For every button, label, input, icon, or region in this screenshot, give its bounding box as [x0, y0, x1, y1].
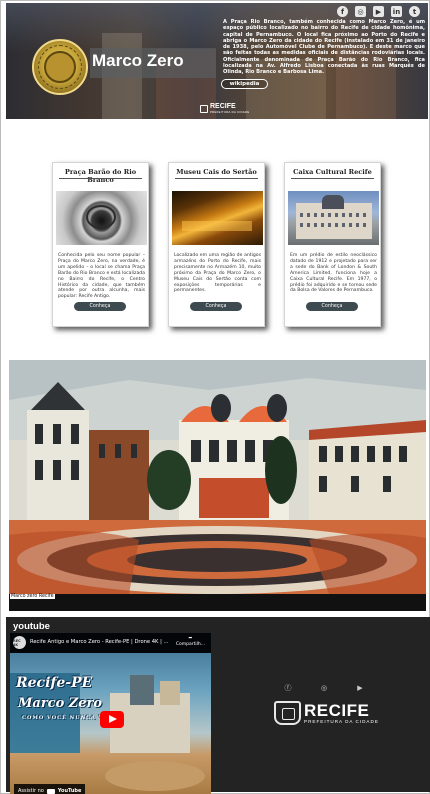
header-brand-sub: PREFEITURA DA CIDADE	[210, 110, 250, 114]
card-text: Conhecida pelo seu nome popular – Praça …	[58, 253, 145, 300]
youtube-play-icon[interactable]	[100, 711, 124, 728]
image-caption: Marco zero Recife	[10, 594, 55, 599]
card-image-museu	[172, 191, 263, 245]
watch-on-youtube-button[interactable]: Assistir no YouTube	[14, 784, 86, 794]
youtube-icon[interactable]: ▶	[373, 6, 384, 17]
linkedin-icon[interactable]: in	[391, 6, 402, 17]
video-overlay-subtitle: Marco Zero	[18, 696, 103, 711]
image-caption-bar: Marco zero Recife	[9, 594, 426, 611]
youtube-video-embed[interactable]: Recife-PE Marco Zero COMO VOCÊ NUNCA VIU…	[10, 633, 211, 794]
youtube-section-title: youtube	[13, 621, 50, 632]
header-brand: RECIFE	[210, 103, 236, 110]
marco-zero-emblem	[32, 39, 88, 95]
footer-social-links: ⓕ ◎ ▶	[283, 683, 365, 693]
card-text: Localizado em uma região de antigos arma…	[174, 253, 261, 294]
watch-brand: YouTube	[57, 788, 82, 794]
hero-header: Marco Zero f ◎ ▶ in t A Praça Rio Branco…	[6, 3, 428, 119]
footer: youtube Recife-PE Marco Zero COMO VOCÊ N…	[6, 617, 430, 794]
recife-crest-icon	[200, 104, 208, 113]
channel-avatar[interactable]: REC 4K	[13, 636, 26, 649]
youtube-icon[interactable]: ▶	[355, 683, 365, 693]
conheca-button[interactable]: Conheça	[306, 302, 358, 311]
facebook-icon[interactable]: f	[337, 6, 348, 17]
header-social-links: f ◎ ▶ in t	[337, 6, 420, 17]
footer-brand-sub: PREFEITURA DA CIDADE	[304, 718, 379, 724]
marco-zero-illustration	[9, 360, 426, 594]
card-image-caixa	[288, 191, 379, 245]
video-header: REC 4K Recife Antigo e Marco Zero - Reci…	[10, 633, 211, 653]
youtube-logo-icon	[46, 788, 55, 794]
card-caixa-cultural: Caixa Cultural Recife Em um prédio de es…	[284, 162, 381, 327]
share-label: Compartilh...	[175, 642, 205, 647]
card-praca-barao: Praça Barão do Rio Branco Conhecida pelo…	[52, 162, 149, 327]
card-title: Caixa Cultural Recife	[293, 168, 372, 176]
video-title[interactable]: Recife Antigo e Marco Zero - Recife-PE |…	[30, 639, 180, 645]
recife-crest-icon	[274, 701, 301, 725]
card-museu-cais: Museu Cais do Sertão Localizado em uma r…	[168, 162, 265, 327]
video-overlay-title: Recife-PE	[16, 675, 93, 691]
facebook-icon[interactable]: ⓕ	[283, 683, 293, 693]
page: Marco Zero f ◎ ▶ in t A Praça Rio Branco…	[0, 0, 430, 794]
card-image-praca	[56, 191, 147, 245]
card-title: Museu Cais do Sertão	[176, 168, 257, 176]
header-recife-logo: RECIFE PREFEITURA DA CIDADE	[200, 103, 249, 114]
footer-brand: RECIFE	[304, 700, 370, 720]
instagram-icon[interactable]: ◎	[319, 683, 329, 693]
header-description: A Praça Rio Branco, também conhecida com…	[223, 19, 425, 76]
card-text: Em um prédio de estilo neoclássico datad…	[290, 253, 377, 294]
wikipedia-button[interactable]: wikipedia	[221, 79, 268, 89]
share-button[interactable]: ➦ Compartilh...	[176, 636, 205, 648]
conheca-button[interactable]: Conheça	[190, 302, 242, 311]
footer-recife-logo: RECIFE PREFEITURA DA CIDADE	[274, 701, 379, 725]
watch-label: Assistir no	[18, 788, 44, 794]
twitter-icon[interactable]: t	[409, 6, 420, 17]
instagram-icon[interactable]: ◎	[355, 6, 366, 17]
card-title: Praça Barão do Rio Branco	[64, 168, 137, 184]
conheca-button[interactable]: Conheça	[74, 302, 126, 311]
video-overlay-tagline: COMO VOCÊ NUNCA VIU	[22, 715, 113, 721]
page-title: Marco Zero	[92, 51, 184, 70]
